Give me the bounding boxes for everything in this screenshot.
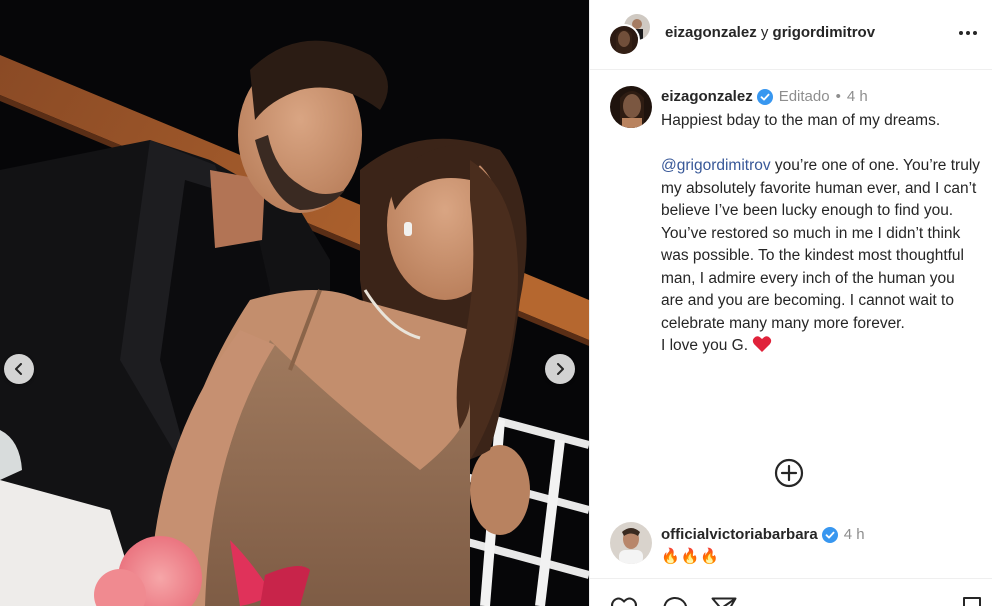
more-options-icon[interactable]: [955, 22, 981, 44]
verified-badge-icon: [756, 88, 773, 105]
post-details-panel: eizagonzalez y grigordimitrov eizagonzal…: [589, 0, 992, 606]
post-authors: eizagonzalez y grigordimitrov: [665, 24, 875, 41]
comment-text: 🔥🔥🔥: [661, 548, 721, 565]
comment-bubble-icon[interactable]: [661, 595, 689, 606]
coauthor-username[interactable]: grigordimitrov: [773, 24, 876, 41]
plus-circle-icon[interactable]: [773, 457, 805, 489]
caption-text: Happiest bday to the man of my dreams. @…: [661, 110, 981, 358]
comment-timestamp[interactable]: 4 h: [844, 526, 865, 543]
author-username[interactable]: eizagonzalez: [665, 24, 757, 41]
comment-item: officialvictoriabarbara 4 h 🔥🔥🔥: [590, 518, 992, 578]
heart-outline-icon[interactable]: [610, 595, 638, 606]
caption-closing: I love you G.: [661, 337, 749, 354]
post-photo[interactable]: [0, 0, 589, 606]
paper-plane-icon[interactable]: [710, 595, 738, 606]
couple-photo: [0, 0, 589, 606]
meta-separator: •: [835, 88, 841, 105]
caption-avatar[interactable]: [610, 86, 652, 128]
action-bar: [590, 578, 992, 606]
chevron-left-icon: [15, 363, 22, 375]
carousel-prev-button[interactable]: [4, 354, 34, 384]
collab-avatars[interactable]: [608, 12, 652, 56]
bookmark-icon[interactable]: [958, 595, 986, 606]
carousel-next-button[interactable]: [545, 354, 575, 384]
verified-badge-icon: [821, 526, 838, 543]
mention-link[interactable]: @grigordimitrov: [661, 157, 771, 174]
caption-header: eizagonzalez Editado • 4 h: [661, 88, 868, 105]
caption-body: you’re one of one. You’re truly my absol…: [661, 157, 981, 332]
avatar-author[interactable]: [608, 24, 640, 56]
post-header: eizagonzalez y grigordimitrov: [590, 0, 992, 70]
edited-label: Editado: [778, 88, 830, 105]
comment-header: officialvictoriabarbara 4 h: [661, 526, 865, 543]
caption-username[interactable]: eizagonzalez: [661, 88, 753, 105]
comment-avatar[interactable]: [610, 522, 652, 564]
chevron-right-icon: [557, 363, 564, 375]
authors-connector: y: [756, 24, 773, 41]
comment-username[interactable]: officialvictoriabarbara: [661, 526, 818, 543]
caption-timestamp[interactable]: 4 h: [847, 88, 868, 105]
caption-line1: Happiest bday to the man of my dreams.: [661, 112, 941, 129]
red-heart-emoji: [752, 336, 772, 352]
